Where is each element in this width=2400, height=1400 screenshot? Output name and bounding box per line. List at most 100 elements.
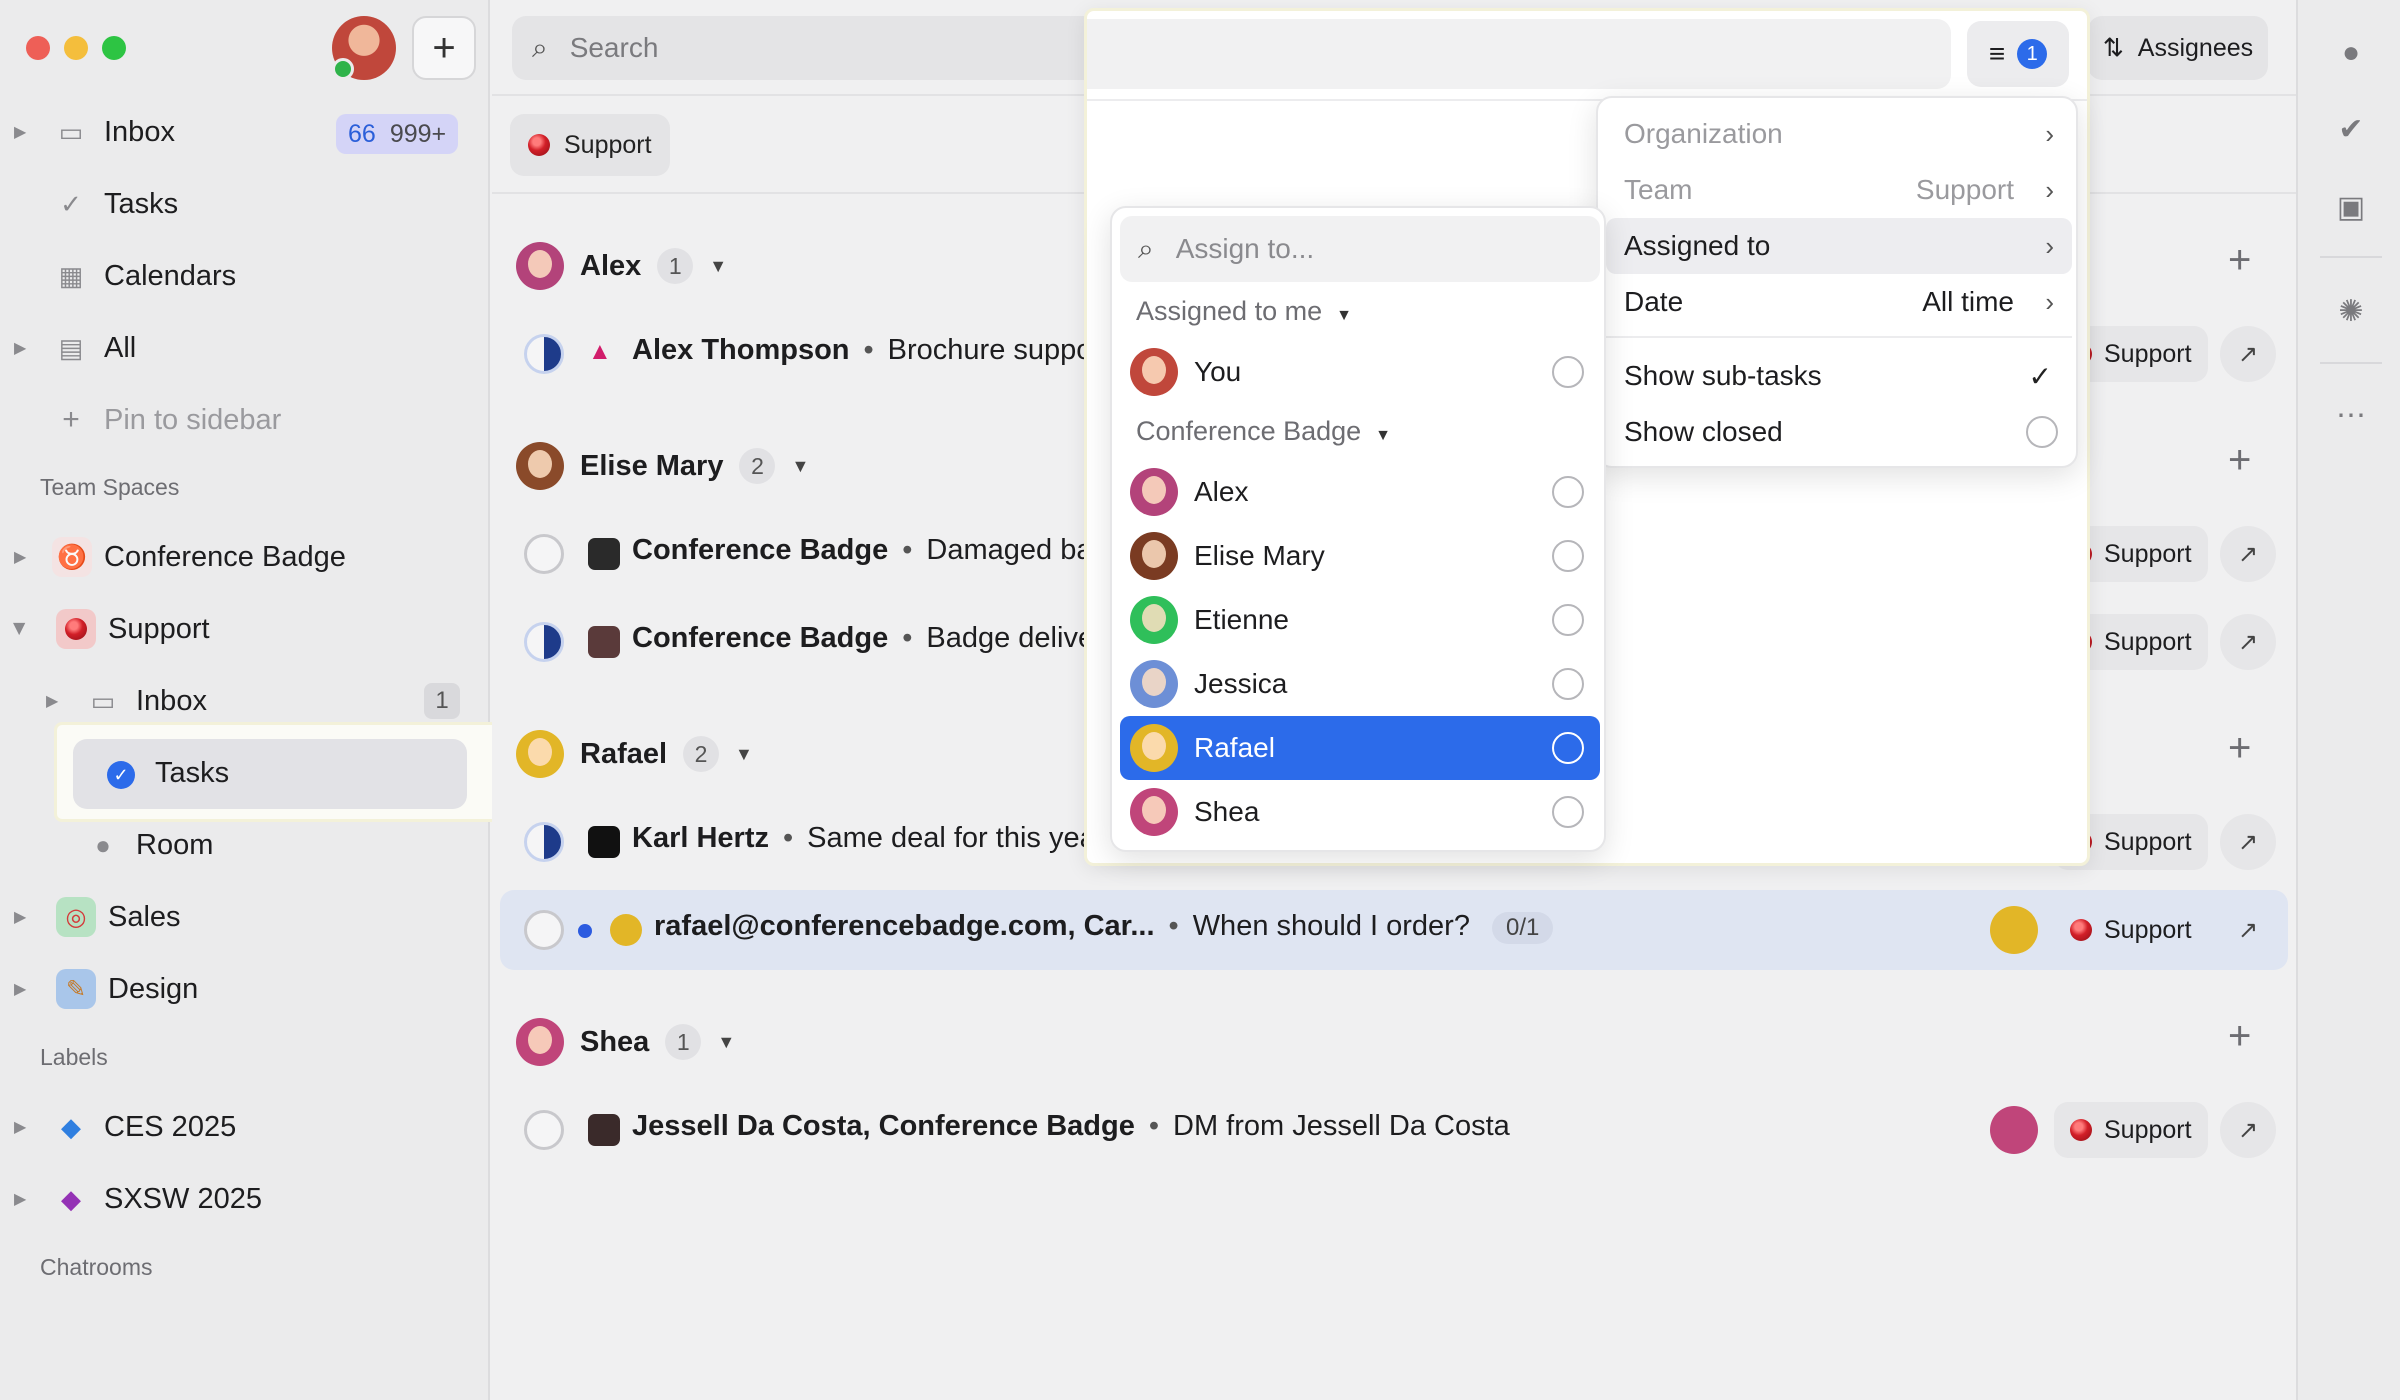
search-input-overlay[interactable] bbox=[1087, 19, 1951, 89]
user-avatar[interactable] bbox=[332, 16, 396, 80]
calendar-icon: ▦ bbox=[58, 260, 84, 291]
avatar bbox=[516, 1018, 564, 1066]
caret-down-icon[interactable]: ▼ bbox=[735, 744, 753, 765]
status-toggle[interactable] bbox=[524, 534, 564, 574]
space-chip[interactable]: Support bbox=[2054, 1102, 2208, 1158]
space-chip[interactable]: Support bbox=[2054, 902, 2208, 958]
menu-item-organization[interactable]: Organization › bbox=[1606, 106, 2072, 162]
checkbox[interactable] bbox=[1552, 732, 1584, 764]
add-task-button[interactable]: + bbox=[2228, 1014, 2251, 1059]
menu-item-team[interactable]: Team Support › bbox=[1606, 162, 2072, 218]
sidebar-item-label: Sales bbox=[108, 900, 181, 933]
assignee-option-shea[interactable]: Shea bbox=[1120, 780, 1600, 844]
expand-caret-icon[interactable]: ▶ bbox=[14, 1189, 26, 1209]
contact-avatar bbox=[610, 914, 642, 946]
assign-search-input[interactable]: ⌕ Assign to... bbox=[1120, 216, 1600, 282]
checkbox[interactable] bbox=[1552, 540, 1584, 572]
group-assigned-to-me[interactable]: Assigned to me ▼ bbox=[1136, 296, 1352, 327]
task-row-highlighted[interactable]: rafael@conferencebadge.com, Car... • When … bbox=[500, 890, 2288, 970]
add-task-button[interactable]: + bbox=[2228, 726, 2251, 771]
assignee-option-alex[interactable]: Alex bbox=[1120, 460, 1600, 524]
check-circle-icon[interactable]: ✔ bbox=[2334, 112, 2368, 146]
expand-caret-icon[interactable]: ▶ bbox=[14, 338, 26, 358]
group-conference-badge[interactable]: Conference Badge ▼ bbox=[1136, 416, 1391, 447]
sidebar-item-label-sxsw[interactable]: ▶ ◆ SXSW 2025 bbox=[0, 1169, 490, 1229]
assignee-option-elise-mary[interactable]: Elise Mary bbox=[1120, 524, 1600, 588]
filter-lines-icon: ≡ bbox=[1988, 38, 2006, 69]
collapse-caret-icon[interactable]: ▶ bbox=[10, 623, 30, 635]
chevron-right-icon: › bbox=[2045, 230, 2054, 261]
task-text: rafael@conferencebadge.com, Car... • When … bbox=[654, 910, 1554, 944]
minimize-window-button[interactable] bbox=[64, 36, 88, 60]
ai-assistant-icon[interactable]: ✺ bbox=[2334, 294, 2368, 328]
checkbox[interactable] bbox=[1552, 476, 1584, 508]
sidebar-item-label-ces[interactable]: ▶ ◆ CES 2025 bbox=[0, 1097, 490, 1157]
plus-icon: + bbox=[432, 25, 456, 70]
filter-button[interactable]: ≡ 1 bbox=[1967, 21, 2069, 87]
close-window-button[interactable] bbox=[26, 36, 50, 60]
zoom-window-button[interactable] bbox=[102, 36, 126, 60]
group-header-rafael[interactable]: Rafael 2 ▼ bbox=[516, 724, 753, 784]
sidebar-item-conference-badge[interactable]: ▶ ♉ Conference Badge bbox=[0, 527, 490, 587]
more-icon[interactable]: ⋯ bbox=[2334, 398, 2368, 432]
menu-item-assigned-to[interactable]: Assigned to › bbox=[1606, 218, 2072, 274]
menu-item-label: Show sub-tasks bbox=[1624, 360, 1822, 391]
assignee-option-you[interactable]: You bbox=[1120, 340, 1600, 404]
menu-item-value: Support bbox=[1915, 174, 2014, 205]
caret-down-icon[interactable]: ▼ bbox=[791, 456, 809, 477]
sidebar-item-design[interactable]: ▶ ✎ Design bbox=[0, 959, 490, 1019]
open-arrow-icon[interactable]: ↗ bbox=[2220, 614, 2276, 670]
checkbox[interactable] bbox=[1552, 668, 1584, 700]
group-header-shea[interactable]: Shea 1 ▼ bbox=[516, 1012, 735, 1072]
sidebar-item-calendars[interactable]: ▦ Calendars bbox=[0, 246, 490, 306]
sidebar-item-support-room[interactable]: ● Room bbox=[0, 815, 490, 875]
assignee-option-jessica[interactable]: Jessica bbox=[1120, 652, 1600, 716]
expand-caret-icon[interactable]: ▶ bbox=[14, 547, 26, 567]
sidebar-item-support-tasks[interactable]: ✓ Tasks bbox=[54, 722, 500, 822]
sidebar-item-tasks[interactable]: ✓ Tasks bbox=[0, 174, 490, 234]
sidebar-item-sales[interactable]: ▶ ◎ Sales bbox=[0, 887, 490, 947]
group-header-alex[interactable]: Alex 1 ▼ bbox=[516, 236, 727, 296]
filter-chip-support[interactable]: Support bbox=[510, 114, 670, 176]
open-arrow-icon[interactable]: ↗ bbox=[2220, 902, 2276, 958]
toggle-show-closed[interactable]: Show closed bbox=[1606, 404, 2072, 460]
open-arrow-icon[interactable]: ↗ bbox=[2220, 1102, 2276, 1158]
group-header-elise-mary[interactable]: Elise Mary 2 ▼ bbox=[516, 436, 809, 496]
toggle-show-subtasks[interactable]: Show sub-tasks ✓ bbox=[1606, 348, 2072, 404]
calendar-icon[interactable]: ▣ bbox=[2334, 190, 2368, 224]
caret-down-icon[interactable]: ▼ bbox=[709, 256, 727, 277]
add-task-button[interactable]: + bbox=[2228, 238, 2251, 283]
group-by-assignees-button[interactable]: ⇅ Assignees bbox=[2088, 16, 2268, 80]
sidebar-item-label: Support bbox=[108, 612, 210, 645]
open-arrow-icon[interactable]: ↗ bbox=[2220, 814, 2276, 870]
menu-item-date[interactable]: Date All time › bbox=[1606, 274, 2072, 330]
status-toggle[interactable] bbox=[524, 1110, 564, 1150]
checkbox[interactable] bbox=[1552, 604, 1584, 636]
checkbox[interactable] bbox=[2026, 416, 2058, 448]
avatar bbox=[516, 442, 564, 490]
sidebar-item-all[interactable]: ▶ ▤ All bbox=[0, 318, 490, 378]
assignee-option-etienne[interactable]: Etienne bbox=[1120, 588, 1600, 652]
caret-down-icon[interactable]: ▼ bbox=[717, 1032, 735, 1053]
assignee-option-rafael[interactable]: Rafael bbox=[1120, 716, 1600, 780]
open-arrow-icon[interactable]: ↗ bbox=[2220, 526, 2276, 582]
status-toggle[interactable] bbox=[524, 910, 564, 950]
expand-caret-icon[interactable]: ▶ bbox=[14, 979, 26, 999]
pin-to-sidebar-button[interactable]: + Pin to sidebar bbox=[0, 390, 490, 450]
task-row[interactable]: Jessell Da Costa, Conference Badge • DM fr… bbox=[500, 1090, 2288, 1170]
status-toggle[interactable] bbox=[524, 622, 564, 662]
sidebar-item-support[interactable]: ▶ Support bbox=[0, 599, 490, 659]
expand-caret-icon[interactable]: ▶ bbox=[46, 691, 58, 711]
expand-caret-icon[interactable]: ▶ bbox=[14, 907, 26, 927]
expand-caret-icon[interactable]: ▶ bbox=[14, 1117, 26, 1137]
checkbox[interactable] bbox=[1552, 796, 1584, 828]
expand-caret-icon[interactable]: ▶ bbox=[14, 122, 26, 142]
status-toggle[interactable] bbox=[524, 822, 564, 862]
compose-button[interactable]: + bbox=[412, 16, 476, 80]
status-toggle[interactable] bbox=[524, 334, 564, 374]
add-task-button[interactable]: + bbox=[2228, 438, 2251, 483]
checkbox[interactable] bbox=[1552, 356, 1584, 388]
avatar bbox=[1130, 468, 1178, 516]
open-arrow-icon[interactable]: ↗ bbox=[2220, 326, 2276, 382]
person-icon[interactable]: ● bbox=[2334, 36, 2368, 70]
